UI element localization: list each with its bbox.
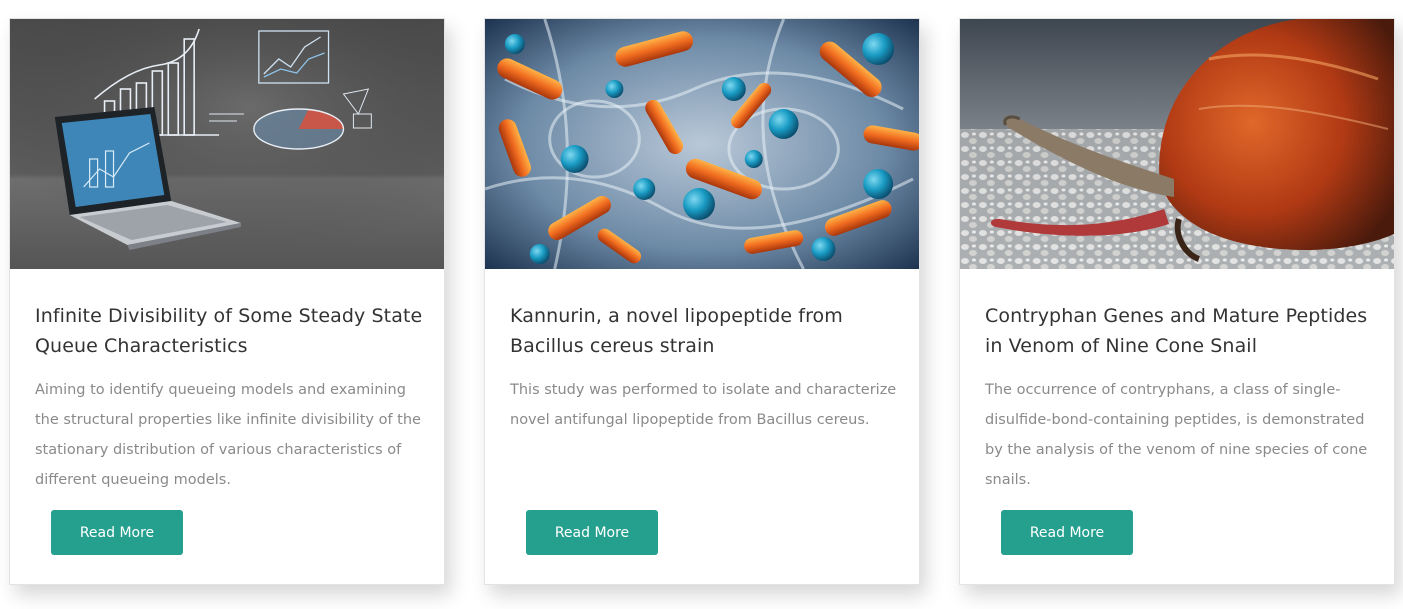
article-card-kannurin: Kannurin, a novel lipopeptide from Bacil…: [484, 18, 920, 585]
card-image-bacteria[interactable]: [485, 19, 919, 269]
card-description: The occurrence of contryphans, a class o…: [985, 382, 1368, 488]
card-title[interactable]: Infinite Divisibility of Some Steady Sta…: [35, 301, 425, 361]
card-image-laptop-charts[interactable]: [10, 19, 444, 269]
article-card-contryphan: Contryphan Genes and Mature Peptides in …: [959, 18, 1395, 585]
cone-snail-photo: [960, 19, 1394, 269]
card-title[interactable]: Kannurin, a novel lipopeptide from Bacil…: [510, 301, 900, 361]
card-title[interactable]: Contryphan Genes and Mature Peptides in …: [985, 301, 1375, 361]
read-more-button[interactable]: Read More: [1001, 510, 1133, 555]
bacteria-illustration: [485, 19, 919, 269]
read-more-button[interactable]: Read More: [51, 510, 183, 555]
card-description: Aiming to identify queueing models and e…: [35, 382, 421, 488]
read-more-button[interactable]: Read More: [526, 510, 658, 555]
card-image-cone-snail[interactable]: [960, 19, 1394, 269]
article-card-queue: Infinite Divisibility of Some Steady Sta…: [9, 18, 445, 585]
laptop-charts-illustration: [10, 19, 444, 269]
card-description: This study was performed to isolate and …: [510, 382, 897, 428]
